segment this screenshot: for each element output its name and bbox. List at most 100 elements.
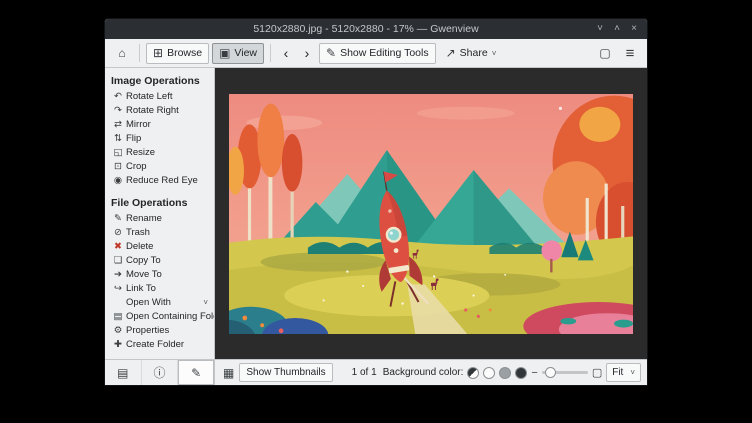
item-label: Trash [126,227,150,239]
rotate-right-icon: ↷ [113,105,123,117]
item-label: Resize [126,147,155,159]
editing-tools-label: Show Editing Tools [340,47,429,59]
item-label: Mirror [126,119,151,131]
sidebar-item-rotate-left[interactable]: ↶ Rotate Left [105,90,214,104]
bg-color-auto-swatch[interactable] [467,367,479,379]
background-color-label: Background color: [383,367,464,378]
item-label: Delete [126,241,153,253]
image-operations-header: Image Operations [105,71,214,90]
close-button[interactable]: × [626,21,642,37]
tab-folders[interactable]: ▤ [105,360,142,385]
sidebar-item-delete[interactable]: ✖ Delete [105,240,214,254]
sidebar-item-copy-to[interactable]: ❏ Copy To [105,254,214,268]
titlebar[interactable]: 5120x2880.jpg - 5120x2880 - 17% — Gwenvi… [105,19,647,39]
share-icon: ↗ [446,47,456,59]
browse-mode-button[interactable]: ⊞ Browse [146,43,209,64]
minimize-button[interactable]: ˅ [592,21,608,37]
item-label: Link To [126,283,156,295]
view-area [215,68,647,359]
sidebar-item-properties[interactable]: ⚙ Properties [105,324,214,338]
tab-operations[interactable]: ✎ [178,360,214,385]
image-counter: 1 of 1 [352,367,377,378]
red-eye-icon: ◉ [113,175,123,187]
browse-label: Browse [167,47,202,59]
back-button[interactable]: ‹ [277,43,295,64]
show-editing-tools-button[interactable]: ✎ Show Editing Tools [319,43,436,64]
fit-icon[interactable]: ▢ [592,366,602,379]
statusbar-content: ▦ Show Thumbnails 1 of 1 Background colo… [215,360,647,385]
item-label: Create Folder [126,339,184,351]
sidebar-item-open-containing-folder[interactable]: ▤ Open Containing Folder [105,310,214,324]
flip-icon: ⇅ [113,133,123,145]
chevron-down-icon: ˅ [630,368,635,377]
zoom-slider-handle[interactable] [545,367,556,378]
sidebar-item-open-with[interactable]: Open With ˅ [105,296,214,310]
home-button[interactable]: ⌂ [111,43,133,64]
sidebar-item-move-to[interactable]: ➔ Move To [105,268,214,282]
resize-icon: ◱ [113,147,123,159]
sidebar-item-create-folder[interactable]: ✚ Create Folder [105,338,214,352]
tab-information[interactable]: ⓘ [142,360,179,385]
image-canvas[interactable] [215,68,647,359]
sidebar-tabs: ▤ ⓘ ✎ [105,360,215,385]
operations-sidebar: Image Operations ↶ Rotate Left ↷ Rotate … [105,68,215,359]
main-toolbar: ⌂ ⊞ Browse ▣ View ‹ › ✎ Show Editing Too… [105,39,647,68]
browse-icon: ⊞ [153,47,163,59]
window-controls: ˅ ˄ × [592,21,647,37]
item-label: Open Containing Folder [126,311,214,323]
zoom-out-icon[interactable]: − [531,367,537,379]
sidebar-item-mirror[interactable]: ⇄ Mirror [105,118,214,132]
link-icon: ↪ [113,283,123,295]
item-label: Copy To [126,255,161,267]
bg-color-light-swatch[interactable] [483,367,495,379]
maximize-button[interactable]: ˄ [609,21,625,37]
window-body: Image Operations ↶ Rotate Left ↷ Rotate … [105,68,647,359]
sidebar-item-rename[interactable]: ✎ Rename [105,212,214,226]
viewed-image [229,94,633,334]
item-label: Rotate Right [126,105,179,117]
pencil-icon: ✎ [191,366,201,380]
delete-icon: ✖ [113,241,123,253]
share-label: Share [460,47,488,59]
item-label: Rename [126,213,162,225]
mirror-icon: ⇄ [113,119,123,131]
toolbar-separator [270,44,271,62]
gwenview-window: 5120x2880.jpg - 5120x2880 - 17% — Gwenvi… [104,18,648,386]
share-button[interactable]: ↗ Share ˅ [439,43,504,64]
sidebar-item-link-to[interactable]: ↪ Link To [105,282,214,296]
rename-icon: ✎ [113,213,123,225]
window-title: 5120x2880.jpg - 5120x2880 - 17% — Gwenvi… [145,23,587,35]
hamburger-menu-button[interactable]: ≡ [619,43,641,64]
bg-color-gray-swatch[interactable] [499,367,511,379]
view-label: View [234,47,257,59]
forward-button[interactable]: › [298,43,316,64]
file-operations-header: File Operations [105,193,214,212]
sidebar-item-crop[interactable]: ⊡ Crop [105,160,214,174]
item-label: Reduce Red Eye [126,175,198,187]
item-label: Properties [126,325,169,337]
new-folder-icon: ✚ [113,339,123,351]
chevron-down-icon: ˅ [203,297,211,309]
hamburger-icon: ≡ [626,46,635,61]
selection-tool-button[interactable]: ▢ [594,43,616,64]
editing-tools-icon: ✎ [326,47,336,59]
chevron-down-icon: ˅ [492,49,497,58]
item-label: Move To [126,269,162,281]
sidebar-item-resize[interactable]: ◱ Resize [105,146,214,160]
sidebar-item-reduce-red-eye[interactable]: ◉ Reduce Red Eye [105,174,214,188]
view-icon: ▣ [219,47,230,59]
move-icon: ➔ [113,269,123,281]
zoom-slider[interactable] [542,371,588,374]
sidebar-item-rotate-right[interactable]: ↷ Rotate Right [105,104,214,118]
status-bar: ▤ ⓘ ✎ ▦ Show Thumbnails 1 of 1 Backgroun… [105,359,647,385]
sidebar-item-trash[interactable]: ⊘ Trash [105,226,214,240]
info-icon: ⓘ [154,364,166,381]
zoom-mode-select[interactable]: Fit ˅ [606,363,641,382]
show-thumbnails-button[interactable]: Show Thumbnails [239,363,332,382]
zoom-mode-value: Fit [612,367,623,378]
gear-icon: ⚙ [113,325,123,337]
sidebar-item-flip[interactable]: ⇅ Flip [105,132,214,146]
bg-color-dark-swatch[interactable] [515,367,527,379]
view-mode-button[interactable]: ▣ View [212,43,264,64]
thumbnail-bar-icon-button[interactable]: ▦ [221,366,236,380]
